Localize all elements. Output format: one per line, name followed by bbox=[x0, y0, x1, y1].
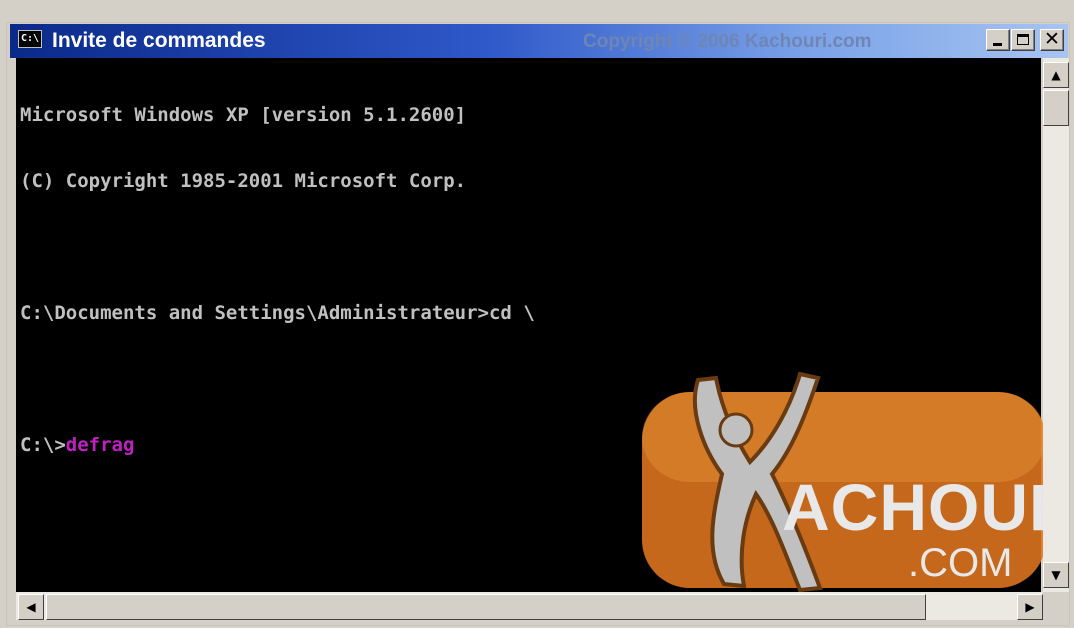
kachouri-logo: ACHOURI .COM bbox=[642, 371, 1048, 593]
scroll-right-button[interactable]: ▶ bbox=[1017, 594, 1043, 620]
resize-grip[interactable] bbox=[1043, 592, 1069, 620]
typed-command: defrag bbox=[65, 434, 135, 456]
copyright-watermark: Copyright © 2006 Kachouri.com bbox=[583, 31, 872, 52]
close-button[interactable]: ✕ bbox=[1040, 29, 1064, 51]
minimize-button[interactable] bbox=[986, 29, 1010, 51]
console-text: Microsoft Windows XP [version 5.1.2600] … bbox=[20, 60, 535, 500]
logo-name: ACHOURI bbox=[782, 470, 1048, 544]
system-menu-icon[interactable]: C:\ bbox=[18, 30, 42, 48]
maximize-icon bbox=[1017, 34, 1029, 45]
scroll-left-button[interactable]: ◀ bbox=[18, 594, 44, 620]
prompt-line[interactable]: C:\>defrag bbox=[20, 434, 535, 456]
close-icon: ✕ bbox=[1044, 28, 1060, 50]
logo-head bbox=[718, 412, 754, 448]
console-line: C:\Documents and Settings\Administrateur… bbox=[20, 302, 535, 324]
scroll-down-button[interactable]: ▼ bbox=[1043, 562, 1069, 588]
minimize-icon bbox=[993, 43, 1002, 46]
scroll-up-button[interactable]: ▲ bbox=[1043, 62, 1069, 88]
maximize-button[interactable] bbox=[1011, 29, 1035, 51]
logo-suffix: .COM bbox=[908, 541, 1012, 585]
vertical-scroll-thumb[interactable] bbox=[1043, 90, 1069, 126]
console-line: (C) Copyright 1985-2001 Microsoft Corp. bbox=[20, 170, 467, 192]
prompt: C:\> bbox=[20, 434, 66, 456]
console-line: Microsoft Windows XP [version 5.1.2600] bbox=[20, 104, 467, 126]
horizontal-scroll-thumb[interactable] bbox=[46, 594, 926, 620]
vertical-scrollbar[interactable] bbox=[1043, 58, 1069, 592]
window-title: Invite de commandes bbox=[52, 29, 266, 52]
